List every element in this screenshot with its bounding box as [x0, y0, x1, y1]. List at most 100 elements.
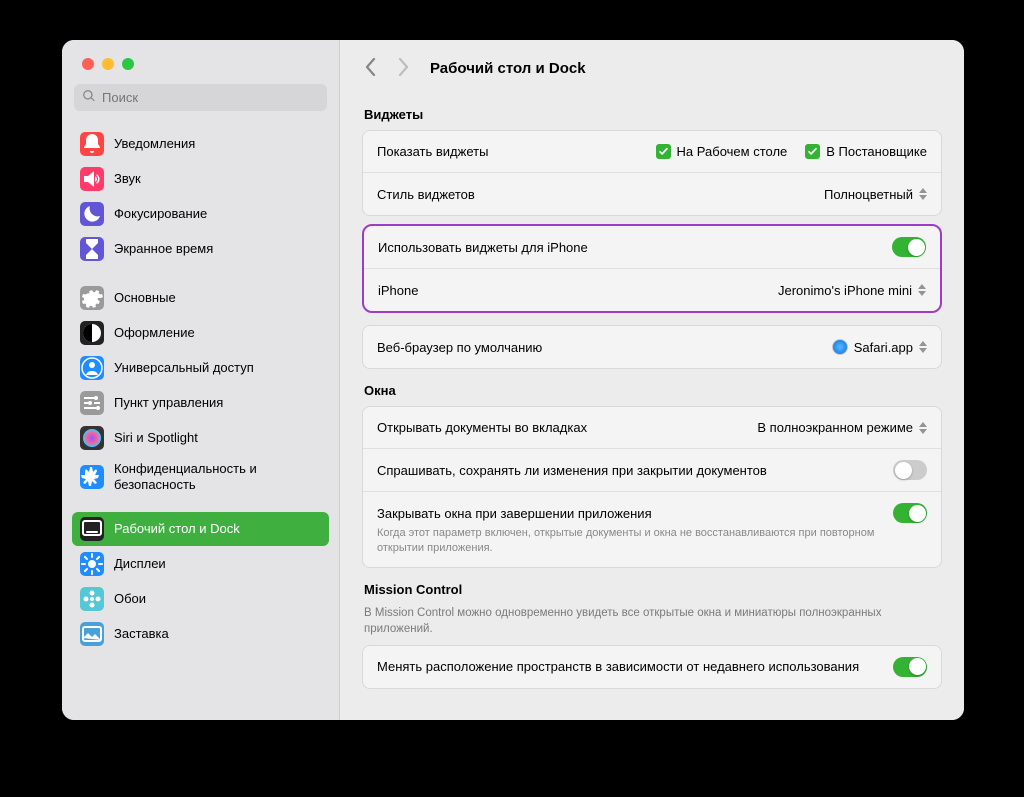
- widget-style-select[interactable]: Полноцветный: [824, 187, 927, 202]
- sidebar-item-label: Фокусирование: [114, 206, 207, 222]
- updown-icon: [919, 422, 927, 434]
- flower-icon: [80, 587, 104, 611]
- checkbox-label: На Рабочем столе: [677, 144, 788, 159]
- sidebar-item-label: Рабочий стол и Dock: [114, 521, 240, 537]
- sidebar-item-13[interactable]: Заставка: [72, 617, 329, 651]
- dock-icon: [80, 517, 104, 541]
- close-window-button[interactable]: [82, 58, 94, 70]
- select-value: Jeronimo's iPhone mini: [778, 283, 912, 298]
- toggle-iphone-widgets[interactable]: [892, 237, 926, 257]
- minimize-window-button[interactable]: [102, 58, 114, 70]
- window-controls: [62, 40, 339, 84]
- checkbox-icon: [656, 144, 671, 159]
- updown-icon: [918, 284, 926, 296]
- row-description: Когда этот параметр включен, открытые до…: [377, 526, 927, 556]
- search-input[interactable]: [102, 90, 319, 105]
- sidebar-item-label: Пункт управления: [114, 395, 223, 411]
- sidebar-item-label: Основные: [114, 290, 176, 306]
- siri-icon: [80, 426, 104, 450]
- sidebar-item-9[interactable]: Конфиденциальность и безопасность: [72, 456, 329, 497]
- updown-icon: [919, 188, 927, 200]
- sidebar-item-label: Заставка: [114, 626, 169, 642]
- sidebar-item-5[interactable]: Оформление: [72, 316, 329, 350]
- sidebar-item-label: Экранное время: [114, 241, 213, 257]
- hand-icon: [80, 465, 104, 489]
- widgets-iphone-group: Использовать виджеты для iPhone iPhone J…: [362, 224, 942, 313]
- windows-group: Открывать документы во вкладках В полноэ…: [362, 406, 942, 568]
- gear-icon: [80, 286, 104, 310]
- select-value: Полноцветный: [824, 187, 913, 202]
- sidebar-item-6[interactable]: Универсальный доступ: [72, 351, 329, 385]
- row-label: Открывать документы во вкладках: [377, 420, 757, 435]
- open-tabs-select[interactable]: В полноэкранном режиме: [757, 420, 927, 435]
- row-close-windows: Закрывать окна при завершении приложения…: [363, 492, 941, 567]
- person-icon: [80, 356, 104, 380]
- content-pane: Рабочий стол и Dock Виджеты Показать вид…: [340, 40, 964, 720]
- settings-window: Уведомления Звук Фокусирование Экранное вре…: [62, 40, 964, 720]
- sound-icon: [80, 167, 104, 191]
- sidebar-item-label: Уведомления: [114, 136, 195, 152]
- sidebar-item-label: Универсальный доступ: [114, 360, 254, 376]
- sidebar-item-2[interactable]: Фокусирование: [72, 197, 329, 231]
- section-description: В Mission Control можно одновременно уви…: [364, 605, 940, 637]
- row-label: Спрашивать, сохранять ли изменения при з…: [377, 463, 893, 478]
- halfcircle-icon: [80, 321, 104, 345]
- sidebar-item-4[interactable]: Основные: [72, 281, 329, 315]
- sidebar-item-3[interactable]: Экранное время: [72, 232, 329, 266]
- row-rearrange-spaces: Менять расположение пространств в зависи…: [363, 646, 941, 688]
- safari-icon: [832, 339, 848, 355]
- sidebar-item-0[interactable]: Уведомления: [72, 127, 329, 161]
- sidebar-item-label: Конфиденциальность и безопасность: [114, 461, 321, 492]
- row-label: iPhone: [378, 283, 772, 298]
- select-value: В полноэкранном режиме: [757, 420, 913, 435]
- default-browser-select[interactable]: Safari.app: [832, 339, 927, 355]
- sidebar-item-label: Дисплеи: [114, 556, 166, 572]
- back-button[interactable]: [362, 56, 380, 81]
- section-title-windows: Окна: [364, 383, 940, 398]
- checkbox-icon: [805, 144, 820, 159]
- forward-button[interactable]: [394, 56, 412, 81]
- page-title: Рабочий стол и Dock: [430, 60, 586, 77]
- toggle-rearrange-spaces[interactable]: [893, 657, 927, 677]
- select-value: Safari.app: [854, 340, 913, 355]
- row-default-browser: Веб-браузер по умолчанию Safari.app: [363, 326, 941, 368]
- search-field[interactable]: [74, 84, 327, 111]
- search-icon: [82, 89, 96, 106]
- checkbox-stage-manager[interactable]: В Постановщике: [805, 144, 927, 159]
- sidebar-item-12[interactable]: Обои: [72, 582, 329, 616]
- sidebar-item-8[interactable]: Siri и Spotlight: [72, 421, 329, 455]
- section-title-mission-control: Mission Control: [364, 582, 940, 597]
- sidebar-item-11[interactable]: Дисплеи: [72, 547, 329, 581]
- checkbox-label: В Постановщике: [826, 144, 927, 159]
- hourglass-icon: [80, 237, 104, 261]
- sidebar-item-10[interactable]: Рабочий стол и Dock: [72, 512, 329, 546]
- row-open-in-tabs: Открывать документы во вкладках В полноэ…: [363, 407, 941, 449]
- sliders-icon: [80, 391, 104, 415]
- content-scroll[interactable]: Виджеты Показать виджеты На Рабочем стол…: [340, 93, 964, 720]
- iphone-device-select[interactable]: Jeronimo's iPhone mini: [772, 283, 926, 298]
- row-ask-save: Спрашивать, сохранять ли изменения при з…: [363, 449, 941, 492]
- row-label: Использовать виджеты для iPhone: [378, 240, 892, 255]
- sidebar-item-7[interactable]: Пункт управления: [72, 386, 329, 420]
- checkbox-desktop[interactable]: На Рабочем столе: [656, 144, 788, 159]
- section-title-widgets: Виджеты: [364, 107, 940, 122]
- sidebar-item-label: Siri и Spotlight: [114, 430, 198, 446]
- bell-icon: [80, 132, 104, 156]
- row-label: Показать виджеты: [377, 144, 656, 159]
- toggle-close-windows[interactable]: [893, 503, 927, 523]
- sidebar-item-label: Обои: [114, 591, 146, 607]
- sidebar: Уведомления Звук Фокусирование Экранное вре…: [62, 40, 340, 720]
- mission-control-group: Менять расположение пространств в зависи…: [362, 645, 942, 689]
- row-label: Стиль виджетов: [377, 187, 824, 202]
- updown-icon: [919, 341, 927, 353]
- row-widget-style: Стиль виджетов Полноцветный: [363, 173, 941, 215]
- fullscreen-window-button[interactable]: [122, 58, 134, 70]
- sidebar-item-label: Оформление: [114, 325, 195, 341]
- widgets-group-1: Показать виджеты На Рабочем столе: [362, 130, 942, 216]
- toggle-ask-save[interactable]: [893, 460, 927, 480]
- sun-icon: [80, 552, 104, 576]
- row-use-iphone-widgets: Использовать виджеты для iPhone: [364, 226, 940, 269]
- header: Рабочий стол и Dock: [340, 40, 964, 93]
- sidebar-item-1[interactable]: Звук: [72, 162, 329, 196]
- row-label: Закрывать окна при завершении приложения: [377, 506, 893, 521]
